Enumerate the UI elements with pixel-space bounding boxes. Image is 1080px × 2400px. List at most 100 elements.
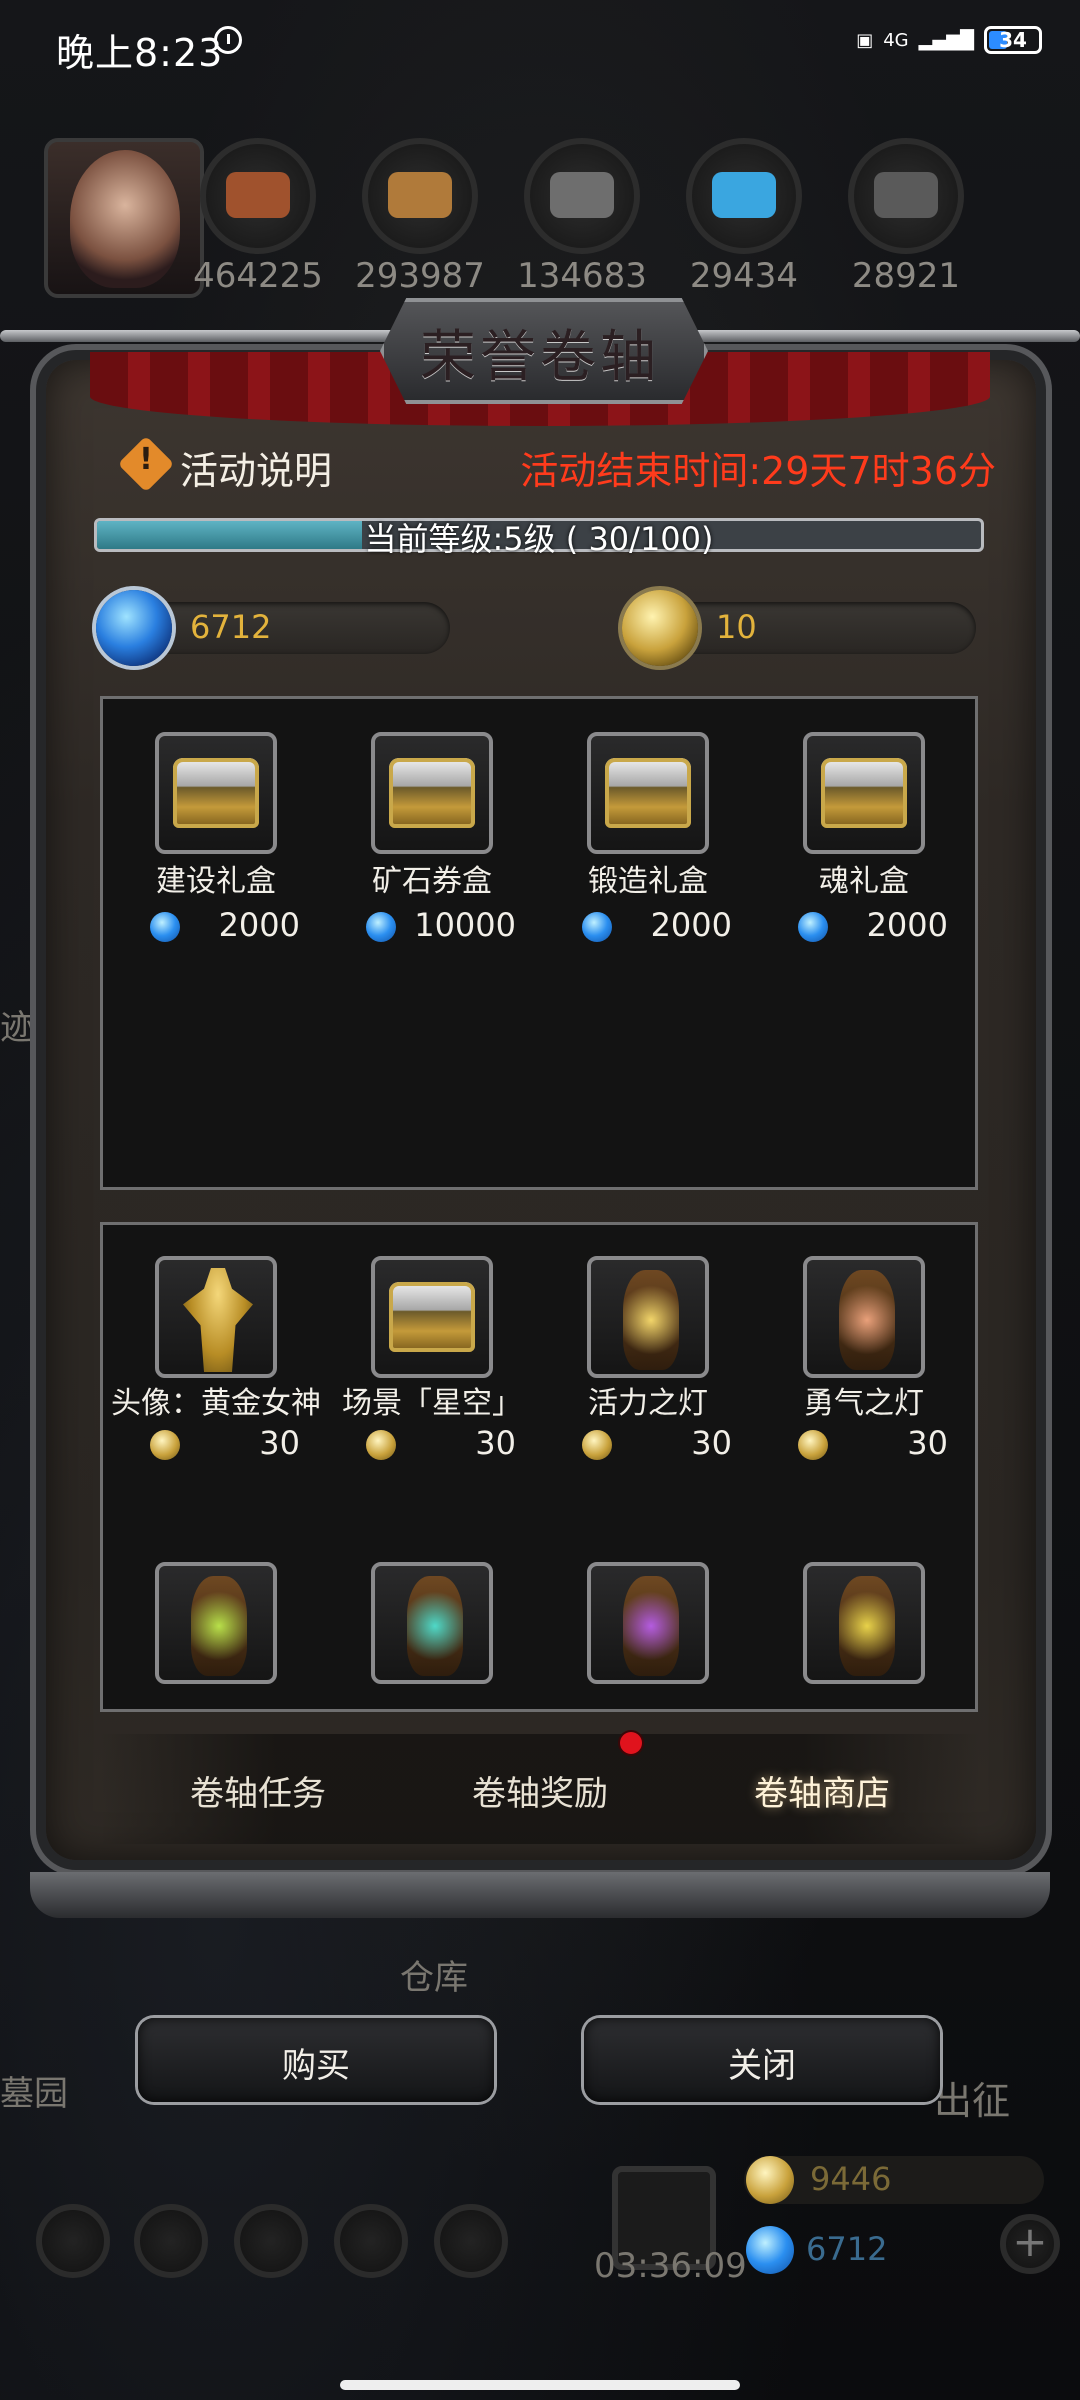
lantern-icon [839, 1576, 895, 1676]
gem-balance-bar [130, 602, 450, 654]
spear-left [0, 330, 400, 342]
resource-swatch [550, 172, 614, 218]
network-label: 4G [883, 29, 909, 51]
shop-item-name: 矿石券盒 [372, 864, 492, 899]
warehouse-label: 仓库 [400, 1958, 468, 1998]
resource-swatch [874, 172, 938, 218]
shop-item-name: 魂礼盒 [819, 864, 909, 899]
shop-item-tile[interactable] [371, 732, 493, 854]
shop-item-tile[interactable] [803, 1256, 925, 1378]
coin-icon [798, 1430, 828, 1460]
status-time: 晚上8:23 [56, 31, 224, 75]
treasure-chest-icon [173, 758, 259, 828]
expedition-label: 出征 [934, 2079, 1011, 2123]
level-text: 当前等级:5级 ( 30/100) [364, 520, 714, 558]
gold-value: 9446 [810, 2160, 892, 2198]
shop-item-price: 2000 [866, 906, 948, 944]
mail-icon[interactable] [334, 2204, 408, 2278]
gem-icon [798, 912, 828, 942]
notification-dot [620, 1732, 642, 1754]
resource-swatch [388, 172, 452, 218]
wood-log-icon[interactable] [200, 138, 316, 254]
scroll-coin-icon [622, 590, 698, 666]
shop-item-name: 头像：黄金女神 [111, 1386, 321, 1421]
settings-icon[interactable] [36, 2204, 110, 2278]
shop-item-tile[interactable] [587, 732, 709, 854]
golden-statue-icon [183, 1268, 253, 1372]
battery-icon: 34 [984, 26, 1042, 54]
activity-info-link[interactable]: 活动说明 [180, 440, 332, 495]
cemetery-label: 墓园 [0, 2074, 68, 2114]
shop-item-name: 场景「星空」 [342, 1386, 522, 1421]
side-label: 迹 [0, 1008, 34, 1048]
shop-item-tile[interactable] [371, 1562, 493, 1684]
gem-icon [366, 912, 396, 942]
buy-button-label: 购买 [282, 2046, 350, 2086]
shop-item-name: 建设礼盒 [156, 864, 276, 899]
shop-item-price: 2000 [218, 906, 300, 944]
nfc-icon: ▣ [856, 29, 874, 51]
avatar-portrait [70, 150, 180, 288]
treasure-chest-icon [821, 758, 907, 828]
warning-mark: ! [139, 442, 153, 477]
scroll-gem-icon [96, 590, 172, 666]
gem-balance: 6712 [190, 608, 272, 646]
gem-icon [582, 912, 612, 942]
resource-count: 293987 [355, 256, 485, 296]
activity-end-time: 活动结束时间:29天7时36分 [520, 449, 996, 493]
steel-ingot-icon[interactable] [848, 138, 964, 254]
star-icon[interactable] [134, 2204, 208, 2278]
castle-icon[interactable] [234, 2204, 308, 2278]
shop-item-price: 30 [907, 1424, 948, 1462]
shop-item-price: 30 [475, 1424, 516, 1462]
status-right: ▣ 4G ▂▄▆█ 34 [856, 26, 1042, 54]
resource-count: 29434 [689, 256, 799, 296]
gem-icon [150, 912, 180, 942]
shop-item-tile[interactable] [587, 1256, 709, 1378]
add-icon[interactable]: + [1000, 2214, 1060, 2274]
modal-frame-bottom [30, 1872, 1050, 1918]
spear-right [680, 330, 1080, 342]
gift-timer: 03:36:09 [594, 2246, 747, 2286]
shop-item-tile[interactable] [155, 1562, 277, 1684]
tab-scroll-tasks[interactable]: 卷轴任务 [138, 1766, 378, 1815]
shield-icon[interactable] [434, 2204, 508, 2278]
lantern-icon [407, 1576, 463, 1676]
coin-icon [582, 1430, 612, 1460]
treasure-chest-icon [389, 758, 475, 828]
modal-title: 荣誉卷轴 [420, 325, 660, 390]
coin-balance-bar [660, 602, 976, 654]
signal-icon: ▂▄▆█ [918, 29, 974, 51]
shop-item-name: 锻造礼盒 [588, 864, 708, 899]
lantern-icon [839, 1270, 895, 1370]
shop-item-name: 活力之灯 [588, 1386, 708, 1421]
shop-item-tile[interactable] [155, 732, 277, 854]
lantern-icon [623, 1576, 679, 1676]
shop-item-price: 30 [259, 1424, 300, 1462]
shop-item-tile[interactable] [371, 1256, 493, 1378]
lantern-icon [191, 1576, 247, 1676]
resource-count: 134683 [517, 256, 647, 296]
lantern-icon [623, 1270, 679, 1370]
shop-item-name: 勇气之灯 [804, 1386, 924, 1421]
shop-item-price: 2000 [650, 906, 732, 944]
shop-item-tile[interactable] [587, 1562, 709, 1684]
resource-swatch [712, 172, 776, 218]
shop-item-tile[interactable] [803, 1562, 925, 1684]
plank-icon[interactable] [362, 138, 478, 254]
resource-count: 464225 [193, 256, 323, 296]
treasure-chest-icon [389, 1282, 475, 1352]
iron-ingot-icon[interactable] [524, 138, 640, 254]
crystal-icon[interactable] [686, 138, 802, 254]
shop-item-tile[interactable] [155, 1256, 277, 1378]
shop-item-tile[interactable] [803, 732, 925, 854]
home-indicator[interactable] [340, 2380, 740, 2390]
coin-balance: 10 [716, 608, 757, 646]
gem-value: 6712 [806, 2230, 888, 2268]
gem-icon [746, 2226, 794, 2274]
close-button-label: 关闭 [728, 2046, 796, 2086]
battery-level: 34 [999, 28, 1027, 52]
treasure-chest-icon [605, 758, 691, 828]
tab-scroll-rewards[interactable]: 卷轴奖励 [420, 1766, 660, 1815]
tab-scroll-shop[interactable]: 卷轴商店 [702, 1766, 942, 1815]
